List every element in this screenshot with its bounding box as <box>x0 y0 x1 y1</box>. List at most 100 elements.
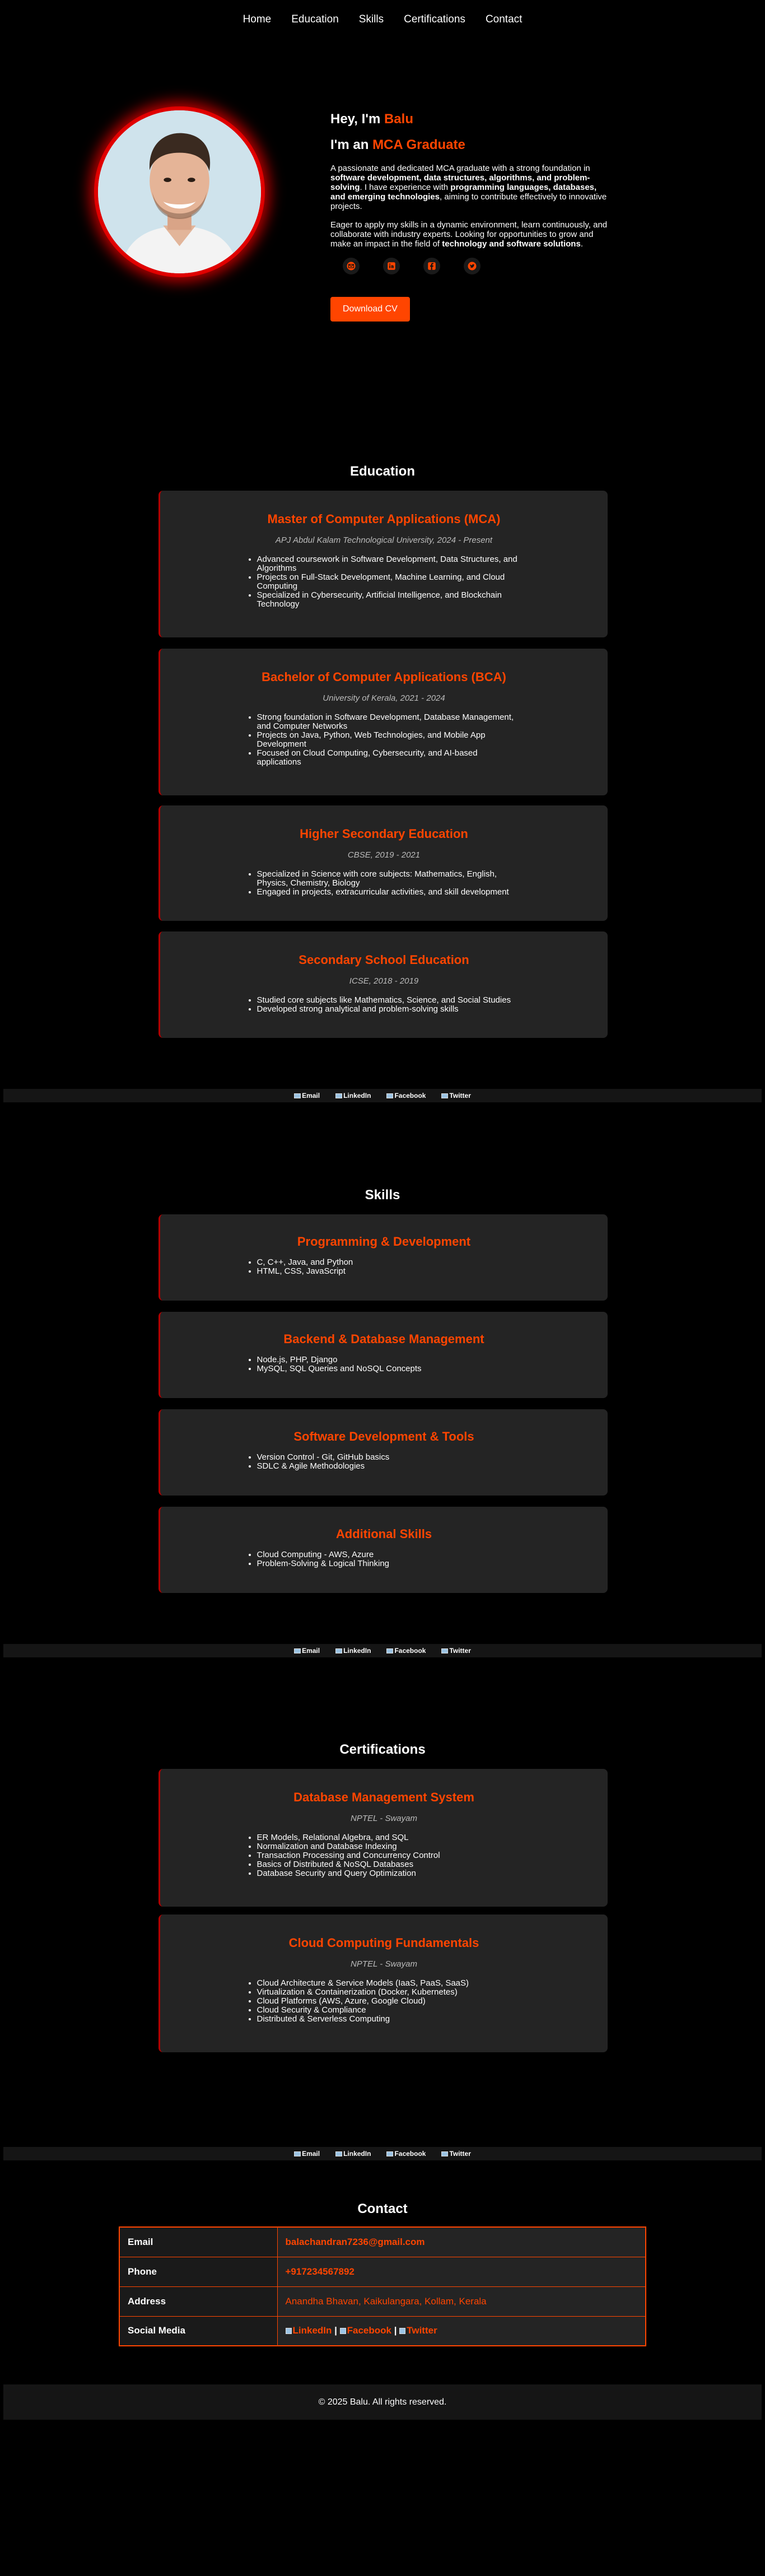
download-cv-button[interactable]: Download CV <box>330 297 410 322</box>
strip-link-label: LinkedIn <box>343 1092 371 1100</box>
nav-contact[interactable]: Contact <box>486 13 522 26</box>
image-icon <box>399 2328 406 2335</box>
profile-photo <box>94 106 265 277</box>
card-title: Programming & Development <box>297 1235 471 1249</box>
paragraph-text: . <box>580 239 583 249</box>
card-title: Backend & Database Management <box>283 1332 484 1346</box>
hero-section: Hey, I'm Balu I'm an MCA Graduate A pass… <box>0 39 765 431</box>
image-icon <box>441 2151 449 2156</box>
strip-link-facebook[interactable]: Facebook <box>386 1647 426 1655</box>
list-item: Projects on Java, Python, Web Technologi… <box>257 731 521 749</box>
list-item: Cloud Computing - AWS, Azure <box>257 1550 521 1559</box>
email-icon[interactable] <box>343 258 360 274</box>
strip-link-twitter[interactable]: Twitter <box>441 1092 471 1100</box>
nav-education[interactable]: Education <box>291 13 339 26</box>
list-item: C, C++, Java, and Python <box>257 1258 521 1267</box>
contact-row-phone: Phone +917234567892 <box>119 2256 646 2287</box>
education-heading: Education <box>349 464 415 479</box>
skill-card: Backend & Database Management Node.js, PH… <box>158 1312 608 1398</box>
linkedin-link[interactable]: LinkedIn <box>293 2325 332 2336</box>
list-item: Virtualization & Containerization (Docke… <box>257 1988 521 1997</box>
separator: | <box>394 2325 397 2336</box>
nav-home[interactable]: Home <box>243 13 272 26</box>
strip-link-label: Twitter <box>449 1092 471 1100</box>
list-item: Projects on Full-Stack Development, Mach… <box>257 573 521 591</box>
list-item: Transaction Processing and Concurrency C… <box>257 1851 521 1860</box>
phone-link[interactable]: +917234567892 <box>277 2256 646 2287</box>
list-item: Cloud Platforms (AWS, Azure, Google Clou… <box>257 1997 521 2006</box>
nav-skills[interactable]: Skills <box>359 13 384 26</box>
card-list: Cloud Computing - AWS, AzureProblem-Solv… <box>247 1550 521 1568</box>
card-list: Specialized in Science with core subject… <box>247 870 521 897</box>
education-card: Higher Secondary Education CBSE, 2019 - 2… <box>158 805 608 921</box>
strip-link-twitter[interactable]: Twitter <box>441 1647 471 1655</box>
list-item: Specialized in Cybersecurity, Artificial… <box>257 591 521 609</box>
twitter-icon[interactable] <box>464 258 481 274</box>
strip-link-linkedin[interactable]: LinkedIn <box>335 1647 371 1655</box>
twitter-link[interactable]: Twitter <box>407 2325 437 2336</box>
image-icon <box>285 2328 292 2335</box>
strip-link-label: LinkedIn <box>343 1647 371 1655</box>
list-item: Node.js, PHP, Django <box>257 1355 521 1364</box>
list-item: MySQL, SQL Queries and NoSQL Concepts <box>257 1364 521 1373</box>
highlighted-text: technology and software solutions <box>442 239 581 249</box>
strip-link-label: Facebook <box>394 2150 426 2158</box>
strip-link-linkedin[interactable]: LinkedIn <box>335 1092 371 1100</box>
contact-label: Phone <box>119 2256 278 2287</box>
list-item: Problem-Solving & Logical Thinking <box>257 1559 521 1568</box>
image-icon <box>386 1648 394 1653</box>
list-item: Distributed & Serverless Computing <box>257 2015 521 2024</box>
list-item: Strong foundation in Software Developmen… <box>257 713 521 731</box>
card-title: Cloud Computing Fundamentals <box>288 1936 479 1950</box>
contact-label: Social Media <box>119 2316 278 2346</box>
strip-link-email[interactable]: Email <box>294 2150 320 2158</box>
image-icon <box>339 2328 346 2335</box>
strip-link-facebook[interactable]: Facebook <box>386 2150 426 2158</box>
image-icon <box>441 1093 449 1098</box>
contact-heading: Contact <box>357 2201 408 2216</box>
skill-card: Programming & Development C, C++, Java, a… <box>158 1214 608 1301</box>
linkedin-icon[interactable] <box>383 258 400 274</box>
strip-link-label: Facebook <box>394 1092 426 1100</box>
strip-link-facebook[interactable]: Facebook <box>386 1092 426 1100</box>
list-item: Cloud Architecture & Service Models (Iaa… <box>257 1979 521 1988</box>
card-subtitle: APJ Abdul Kalam Technological University… <box>275 535 493 545</box>
contact-row-email: Email balachandran7236@gmail.com <box>119 2226 646 2257</box>
certification-card: Database Management System NPTEL - Swayam… <box>158 1769 608 1907</box>
list-item: Developed strong analytical and problem-… <box>257 1005 521 1014</box>
education-card: Bachelor of Computer Applications (BCA) U… <box>158 649 608 795</box>
list-item: Normalization and Database Indexing <box>257 1842 521 1851</box>
strip-link-email[interactable]: Email <box>294 1092 320 1100</box>
strip-link-label: Email <box>302 1647 320 1655</box>
card-subtitle: NPTEL - Swayam <box>351 1814 417 1823</box>
card-title: Higher Secondary Education <box>300 827 468 841</box>
image-icon <box>335 2151 343 2156</box>
contact-label: Address <box>119 2286 278 2317</box>
list-item: ER Models, Relational Algebra, and SQL <box>257 1833 521 1842</box>
role-prefix: I'm an <box>330 137 373 152</box>
facebook-icon[interactable] <box>423 258 440 274</box>
list-item: Cloud Security & Compliance <box>257 2006 521 2015</box>
avatar-illustration <box>98 110 261 273</box>
strip-link-linkedin[interactable]: LinkedIn <box>335 2150 371 2158</box>
card-title: Secondary School Education <box>298 953 469 967</box>
email-link[interactable]: balachandran7236@gmail.com <box>277 2226 646 2257</box>
social-strip-1: Email LinkedIn Facebook Twitter <box>3 1089 762 1102</box>
social-strip-2: Email LinkedIn Facebook Twitter <box>3 1644 762 1657</box>
strip-link-label: Twitter <box>449 2150 471 2158</box>
card-list: Strong foundation in Software Developmen… <box>247 713 521 767</box>
hero-name: Balu <box>384 111 413 127</box>
strip-link-label: Email <box>302 2150 320 2158</box>
copyright-text: © 2025 Balu. All rights reserved. <box>318 2397 447 2407</box>
list-item: Advanced coursework in Software Developm… <box>257 555 521 573</box>
strip-link-email[interactable]: Email <box>294 1647 320 1655</box>
education-card: Secondary School Education ICSE, 2018 - 2… <box>158 931 608 1038</box>
facebook-link[interactable]: Facebook <box>347 2325 391 2336</box>
strip-link-twitter[interactable]: Twitter <box>441 2150 471 2158</box>
card-subtitle: ICSE, 2018 - 2019 <box>349 976 419 986</box>
strip-link-label: Facebook <box>394 1647 426 1655</box>
card-list: Studied core subjects like Mathematics, … <box>247 996 521 1014</box>
nav-certifications[interactable]: Certifications <box>404 13 465 26</box>
social-icons <box>343 258 610 274</box>
page-footer: © 2025 Balu. All rights reserved. <box>3 2384 762 2420</box>
